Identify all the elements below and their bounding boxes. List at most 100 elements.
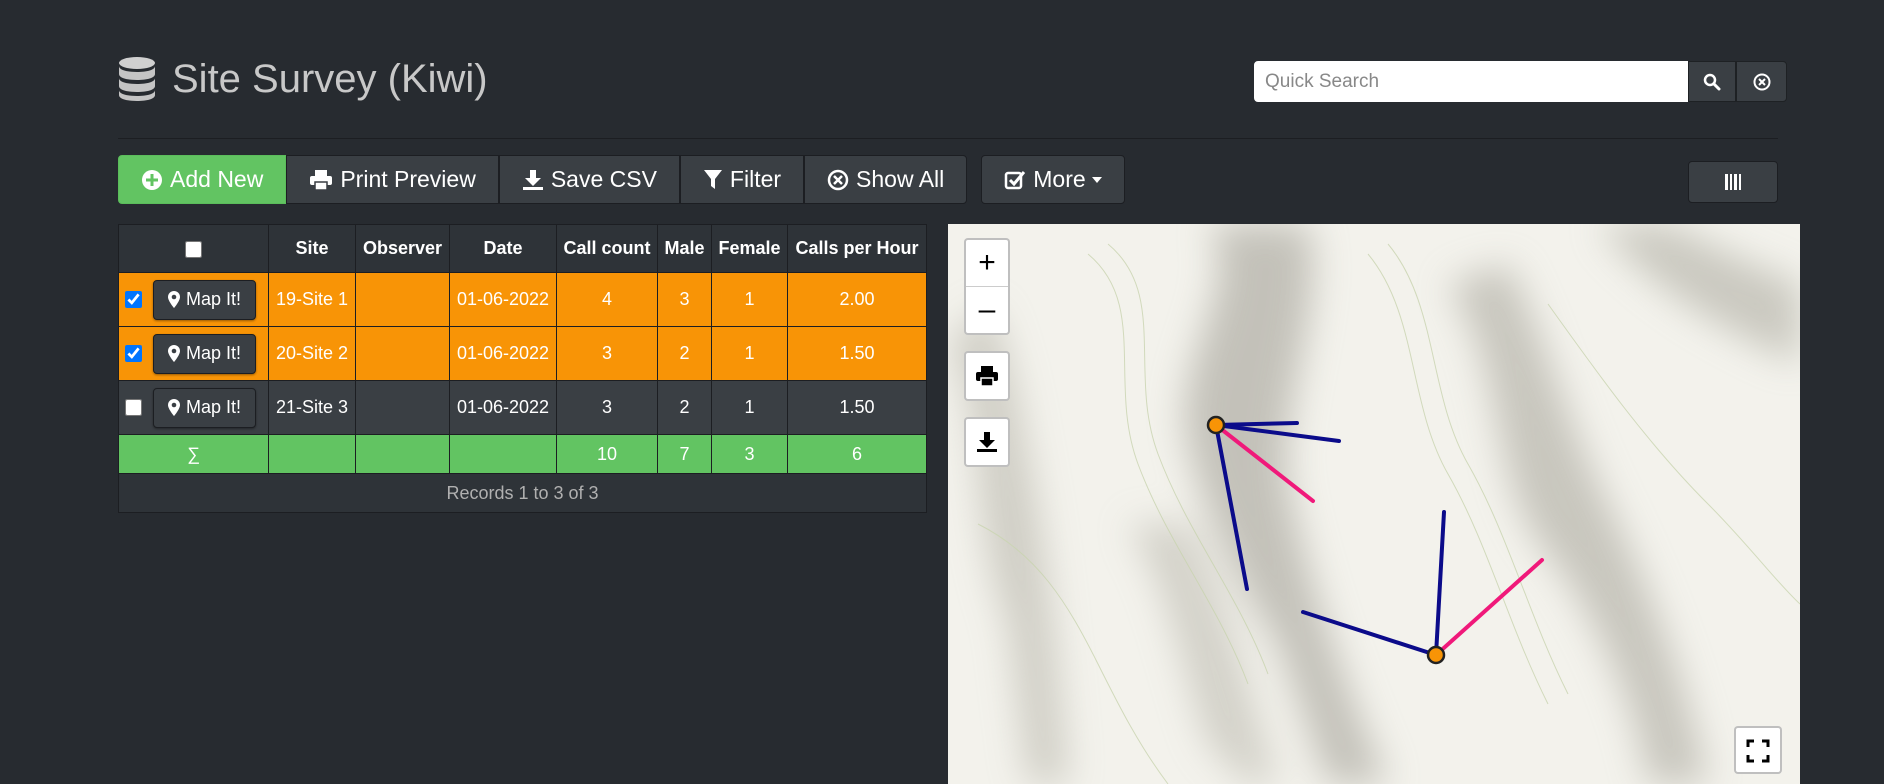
calls-per-hour-cell: 1.50 [787,326,927,381]
sum-empty-cell [268,434,356,474]
more-dropdown-button[interactable]: More [981,155,1125,204]
row-actions-cell: Map It! [118,272,269,327]
table-row[interactable]: Map It! 21-Site 3 01-06-2022 3 2 1 1.50 [118,380,927,435]
column-header[interactable]: Call count [556,224,658,273]
sum-female: 3 [711,434,788,474]
filter-label: Filter [729,166,782,192]
table-header-row: Site Observer Date Call count Male Femal… [118,224,927,273]
female-cell: 1 [711,326,788,381]
column-header[interactable]: Male [657,224,712,273]
row-actions-cell: Map It! [118,380,269,435]
more-label: More [1033,166,1086,192]
print-map-control [964,351,1010,401]
select-all-header [118,224,269,273]
toolbar: Add New Print Preview Save CSV Filter Sh… [118,155,1125,204]
site-cell: 21-Site 3 [268,380,356,435]
table-footer-row: Records 1 to 3 of 3 [118,473,927,513]
map-panel[interactable]: + – [948,224,1800,784]
map-marker-icon [168,399,181,416]
print-preview-label: Print Preview [340,166,476,192]
save-csv-label: Save CSV [550,166,657,192]
call-count-cell: 3 [556,380,658,435]
row-actions-cell: Map It! [118,326,269,381]
select-all-checkbox[interactable] [185,240,202,258]
map-it-label: Map It! [186,289,242,309]
call-count-cell: 4 [556,272,658,327]
add-new-label: Add New [170,166,264,192]
save-csv-button[interactable]: Save CSV [498,155,680,204]
clear-circle-icon [827,169,849,190]
zoom-in-button[interactable]: + [966,240,1008,286]
caret-down-icon [1091,176,1102,183]
table-row[interactable]: Map It! 20-Site 2 01-06-2022 3 2 1 1.50 [118,326,927,381]
map-marker-icon [168,291,181,308]
male-cell: 2 [657,326,712,381]
row-checkbox[interactable] [125,399,142,416]
show-all-button[interactable]: Show All [804,155,968,204]
terrain-map [948,224,1800,784]
print-icon [976,366,998,387]
calls-per-hour-cell: 1.50 [787,380,927,435]
column-header[interactable]: Female [711,224,788,273]
observer-cell [355,326,450,381]
records-count: Records 1 to 3 of 3 [118,473,927,513]
site-cell: 19-Site 1 [268,272,356,327]
database-icon [119,57,155,101]
male-cell: 2 [657,380,712,435]
page-title: Site Survey (Kiwi) [172,56,488,101]
sum-male: 7 [657,434,712,474]
checkbox-checked-icon [1005,170,1026,189]
map-it-button[interactable]: Map It! [153,333,257,374]
map-it-button[interactable]: Map It! [153,387,257,428]
filter-icon [703,169,722,189]
add-new-button[interactable]: Add New [118,155,287,204]
site-marker[interactable] [1206,415,1226,435]
download-icon [977,432,997,452]
column-chooser-button[interactable] [1688,161,1778,203]
map-marker-icon [168,345,181,362]
sum-empty-cell [355,434,450,474]
sum-symbol: ∑ [118,434,269,474]
observer-cell [355,272,450,327]
download-map-control [964,417,1010,467]
row-checkbox[interactable] [125,291,142,308]
clear-search-button[interactable] [1736,61,1787,102]
columns-icon [1725,174,1741,190]
site-marker[interactable] [1426,645,1446,665]
map-it-button[interactable]: Map It! [153,279,257,320]
print-icon [310,169,333,191]
site-cell: 20-Site 2 [268,326,356,381]
download-map-button[interactable] [966,419,1008,465]
show-all-label: Show All [856,166,945,192]
column-header[interactable]: Date [449,224,557,273]
date-cell: 01-06-2022 [449,272,557,327]
print-map-button[interactable] [966,353,1008,399]
search-input[interactable] [1254,61,1688,102]
search-button[interactable] [1688,61,1736,102]
date-cell: 01-06-2022 [449,380,557,435]
search-icon [1703,73,1721,90]
sum-calls-per-hour: 6 [787,434,927,474]
male-cell: 3 [657,272,712,327]
summary-row: ∑ 10 7 3 6 [118,434,927,474]
map-it-label: Map It! [186,343,242,363]
download-icon [522,169,543,190]
call-count-cell: 3 [556,326,658,381]
zoom-control: + – [964,238,1010,335]
fullscreen-button[interactable] [1736,728,1780,774]
female-cell: 1 [711,272,788,327]
column-header[interactable]: Calls per Hour [787,224,927,273]
page-header: Site Survey (Kiwi) [118,56,488,102]
sum-call-count: 10 [556,434,658,474]
plus-circle-icon [142,169,162,190]
column-header[interactable]: Site [268,224,356,273]
table-row[interactable]: Map It! 19-Site 1 01-06-2022 4 3 1 2.00 [118,272,927,327]
filter-button[interactable]: Filter [679,155,805,204]
female-cell: 1 [711,380,788,435]
print-preview-button[interactable]: Print Preview [286,155,499,204]
date-cell: 01-06-2022 [449,326,557,381]
zoom-out-button[interactable]: – [966,286,1008,333]
column-header[interactable]: Observer [355,224,450,273]
data-table: Site Observer Date Call count Male Femal… [118,224,927,513]
row-checkbox[interactable] [125,345,142,362]
